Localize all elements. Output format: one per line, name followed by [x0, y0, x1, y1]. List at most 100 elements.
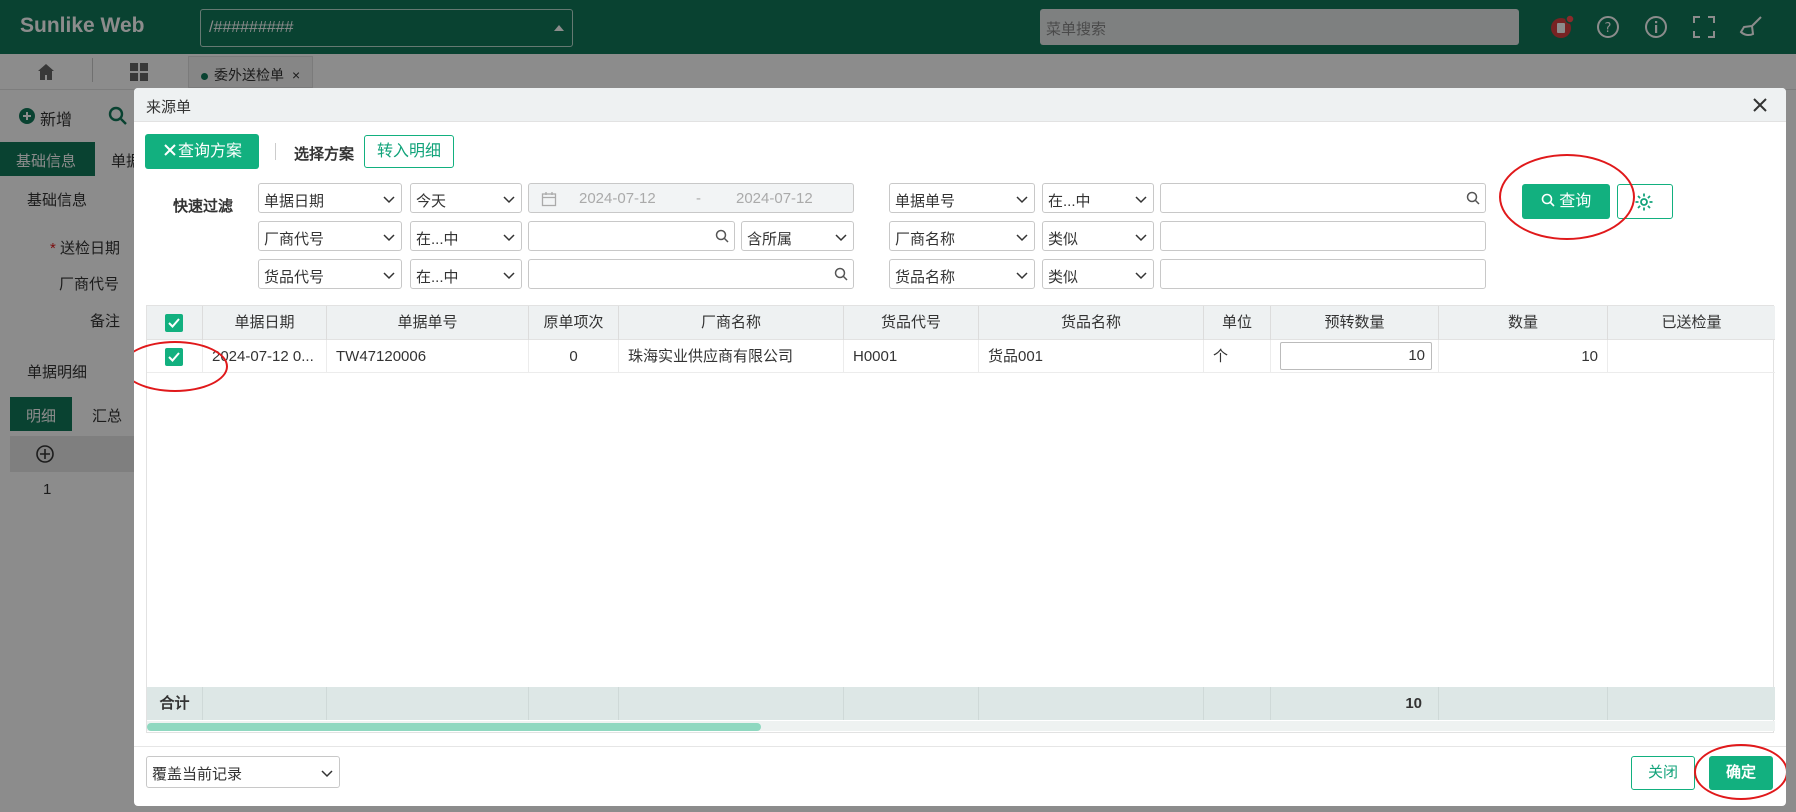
select-value: 含所属 [747, 231, 793, 248]
to-detail-button[interactable]: 转入明细 [364, 135, 454, 168]
close-icon[interactable] [1748, 93, 1772, 117]
footer-cell [844, 687, 979, 720]
doc-no-input[interactable] [1160, 183, 1486, 213]
col-qty[interactable]: 数量 [1439, 306, 1608, 340]
scope-select[interactable]: 含所属 [741, 221, 854, 251]
filter-op-select[interactable]: 在...中 [410, 221, 522, 251]
search-icon[interactable] [715, 229, 729, 247]
col-item-seq[interactable]: 原单项次 [529, 306, 619, 340]
select-value: 今天 [416, 193, 447, 210]
footer-cell [1204, 687, 1271, 720]
chevron-down-icon [1135, 268, 1147, 285]
chevron-down-icon [835, 230, 847, 247]
cell-goods-code[interactable]: H0001 [844, 340, 979, 373]
date-from: 2024-07-12 [579, 190, 656, 207]
cell-vendor-name[interactable]: 珠海实业供应商有限公司 [619, 340, 844, 373]
chevron-down-icon [321, 766, 333, 783]
cell-unit[interactable]: 个 [1204, 340, 1271, 373]
query-plan-button[interactable]: 查询方案 [145, 134, 259, 169]
select-value: 在...中 [416, 269, 459, 286]
chevron-down-icon [383, 230, 395, 247]
chevron-down-icon [1016, 230, 1028, 247]
tools-icon [162, 143, 178, 160]
col-unit[interactable]: 单位 [1204, 306, 1271, 340]
date-range-select[interactable]: 今天 [410, 183, 522, 213]
source-doc-dialog: 来源单 查询方案 选择方案 转入明细 快速过滤 单据日期 今天 2024-07-… [134, 88, 1786, 806]
pre-qty-input[interactable]: 10 [1280, 342, 1432, 370]
cell-doc-no[interactable]: TW47120006 [327, 340, 529, 373]
select-plan-label[interactable]: 选择方案 [294, 143, 354, 164]
annotation-circle [1694, 744, 1786, 800]
filter-field2-select[interactable]: 单据单号 [889, 183, 1035, 213]
footer-total-label: 合计 [147, 687, 203, 720]
footer-cell [979, 687, 1204, 720]
horizontal-scrollbar[interactable] [147, 721, 1775, 731]
select-value: 厂商代号 [264, 231, 325, 248]
col-vendor-name[interactable]: 厂商名称 [619, 306, 844, 340]
date-separator: - [696, 190, 701, 207]
footer-divider [134, 746, 1786, 747]
gear-icon [1634, 192, 1654, 216]
scrollbar-thumb[interactable] [147, 723, 761, 731]
goods-code-input[interactable] [528, 259, 854, 289]
footer-cell [1439, 687, 1608, 720]
select-value: 类似 [1048, 231, 1079, 248]
chevron-down-icon [1135, 192, 1147, 209]
search-icon[interactable] [834, 267, 848, 285]
divider [275, 143, 276, 160]
chevron-down-icon [503, 268, 515, 285]
select-value: 覆盖当前记录 [152, 766, 243, 783]
col-goods-name[interactable]: 货品名称 [979, 306, 1204, 340]
cell-pre-qty: 10 [1271, 340, 1439, 373]
select-all-checkbox[interactable] [165, 314, 183, 332]
filter-field-select[interactable]: 货品代号 [258, 259, 402, 289]
calendar-icon [541, 191, 557, 211]
annotation-circle [1499, 154, 1635, 240]
footer-pre-qty-total: 10 [1271, 687, 1439, 720]
select-value: 在...中 [416, 231, 459, 248]
date-to: 2024-07-12 [736, 190, 813, 207]
col-pre-qty[interactable]: 预转数量 [1271, 306, 1439, 340]
vendor-name-input[interactable] [1160, 221, 1486, 251]
chevron-down-icon [503, 192, 515, 209]
cell-qty[interactable]: 10 [1439, 340, 1608, 373]
select-value: 货品代号 [264, 269, 325, 286]
col-inspected-qty[interactable]: 已送检量 [1608, 306, 1775, 340]
col-goods-code[interactable]: 货品代号 [844, 306, 979, 340]
footer-cell [203, 687, 327, 720]
select-value: 单据日期 [264, 193, 325, 210]
select-value: 单据单号 [895, 193, 956, 210]
dialog-title: 来源单 [146, 99, 192, 116]
quick-filter-label: 快速过滤 [173, 198, 234, 215]
select-value: 在...中 [1048, 193, 1091, 210]
filter-op2-select[interactable]: 类似 [1042, 259, 1154, 289]
filter-field2-select[interactable]: 厂商名称 [889, 221, 1035, 251]
chevron-down-icon [383, 192, 395, 209]
footer-cell [327, 687, 529, 720]
vendor-code-input[interactable] [528, 221, 735, 251]
dialog-header [134, 88, 1786, 122]
cell-inspected-qty[interactable] [1608, 340, 1775, 373]
select-value: 货品名称 [895, 269, 956, 286]
date-range-input[interactable]: 2024-07-12 - 2024-07-12 [528, 183, 854, 213]
col-doc-date[interactable]: 单据日期 [203, 306, 327, 340]
cell-item-seq[interactable]: 0 [529, 340, 619, 373]
filter-field-select[interactable]: 厂商代号 [258, 221, 402, 251]
chevron-down-icon [503, 230, 515, 247]
search-icon[interactable] [1466, 191, 1480, 209]
footer-cell [619, 687, 844, 720]
goods-name-input[interactable] [1160, 259, 1486, 289]
footer-cell [529, 687, 619, 720]
cell-goods-name[interactable]: 货品001 [979, 340, 1204, 373]
select-value: 厂商名称 [895, 231, 956, 248]
col-doc-no[interactable]: 单据单号 [327, 306, 529, 340]
chevron-down-icon [383, 268, 395, 285]
chevron-down-icon [1016, 268, 1028, 285]
filter-field2-select[interactable]: 货品名称 [889, 259, 1035, 289]
filter-field-select: 单据日期 [258, 183, 402, 213]
close-button[interactable]: 关闭 [1631, 756, 1695, 790]
filter-op2-select[interactable]: 在...中 [1042, 183, 1154, 213]
filter-op2-select[interactable]: 类似 [1042, 221, 1154, 251]
mode-select[interactable]: 覆盖当前记录 [146, 756, 340, 788]
filter-op-select[interactable]: 在...中 [410, 259, 522, 289]
